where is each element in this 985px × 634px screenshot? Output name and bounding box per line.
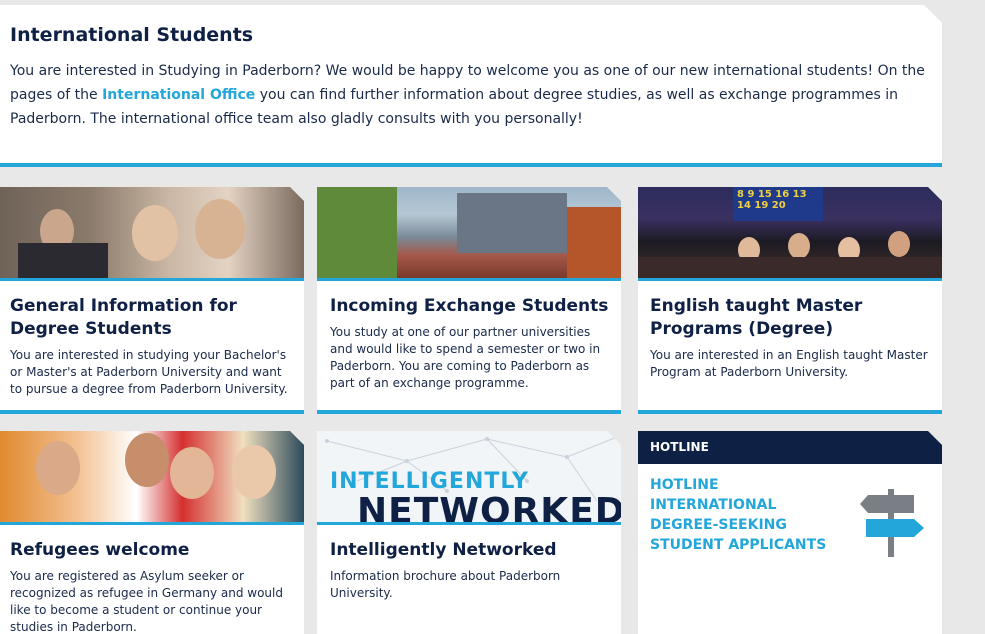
- brochure-image: INTELLIGENTLY NETWORKED: [317, 431, 621, 525]
- international-office-link[interactable]: International Office: [102, 87, 255, 103]
- hotline-line[interactable]: DEGREE-SEEKING: [650, 515, 826, 535]
- hotline-header: HOTLINE: [638, 431, 942, 464]
- card-title[interactable]: General Information for Degree Students: [0, 281, 304, 341]
- card-title[interactable]: English taught Master Programs (Degree): [638, 281, 942, 341]
- card-title[interactable]: Refugees welcome: [0, 525, 304, 562]
- card-text: You are interested in studying your Bach…: [10, 348, 288, 396]
- card-text: Information brochure about Paderborn Uni…: [330, 569, 561, 600]
- card-text: You study at one of our partner universi…: [330, 325, 601, 390]
- intro-section: International Students You are intereste…: [0, 5, 942, 167]
- page-title: International Students: [10, 24, 254, 46]
- card-english-masters[interactable]: 8 9 15 16 13 14 19 20 English taught Mas…: [638, 187, 942, 414]
- autumn-tree-shape: [567, 207, 621, 278]
- card-exchange-students[interactable]: Incoming Exchange Students You study at …: [317, 187, 621, 414]
- hotline-line[interactable]: INTERNATIONAL: [650, 495, 826, 515]
- signpost-icon: [860, 489, 924, 557]
- card-title[interactable]: Incoming Exchange Students: [317, 281, 621, 318]
- hotline-line[interactable]: STUDENT APPLICANTS: [650, 535, 826, 555]
- card-degree-students[interactable]: General Information for Degree Students …: [0, 187, 304, 414]
- card-hotline[interactable]: HOTLINE HOTLINE INTERNATIONAL DEGREE-SEE…: [638, 431, 942, 634]
- refugees-group-image: [0, 431, 304, 525]
- hotline-list[interactable]: HOTLINE INTERNATIONAL DEGREE-SEEKING STU…: [650, 475, 826, 555]
- card-intelligently-networked[interactable]: INTELLIGENTLY NETWORKED Intelligently Ne…: [317, 431, 621, 634]
- page-margin: [942, 0, 985, 634]
- crowd-shape: [638, 257, 942, 278]
- auditorium-image: 8 9 15 16 13 14 19 20: [638, 187, 942, 281]
- card-title[interactable]: Intelligently Networked: [317, 525, 621, 562]
- tree-shape: [317, 187, 397, 278]
- campus-building-image: [317, 187, 621, 281]
- auditorium-number-board: 8 9 15 16 13 14 19 20: [733, 187, 823, 221]
- intro-text: You are interested in Studying in Paderb…: [10, 59, 932, 131]
- card-refugees[interactable]: Refugees welcome You are registered as A…: [0, 431, 304, 634]
- monitor-shape: [18, 243, 108, 278]
- hotline-line[interactable]: HOTLINE: [650, 475, 826, 495]
- card-text: You are registered as Asylum seeker or r…: [10, 569, 283, 634]
- students-computer-image: [0, 187, 304, 281]
- image-text-networked: NETWORKED: [357, 491, 621, 525]
- building-shape: [457, 193, 567, 253]
- card-text: You are interested in an English taught …: [650, 348, 928, 379]
